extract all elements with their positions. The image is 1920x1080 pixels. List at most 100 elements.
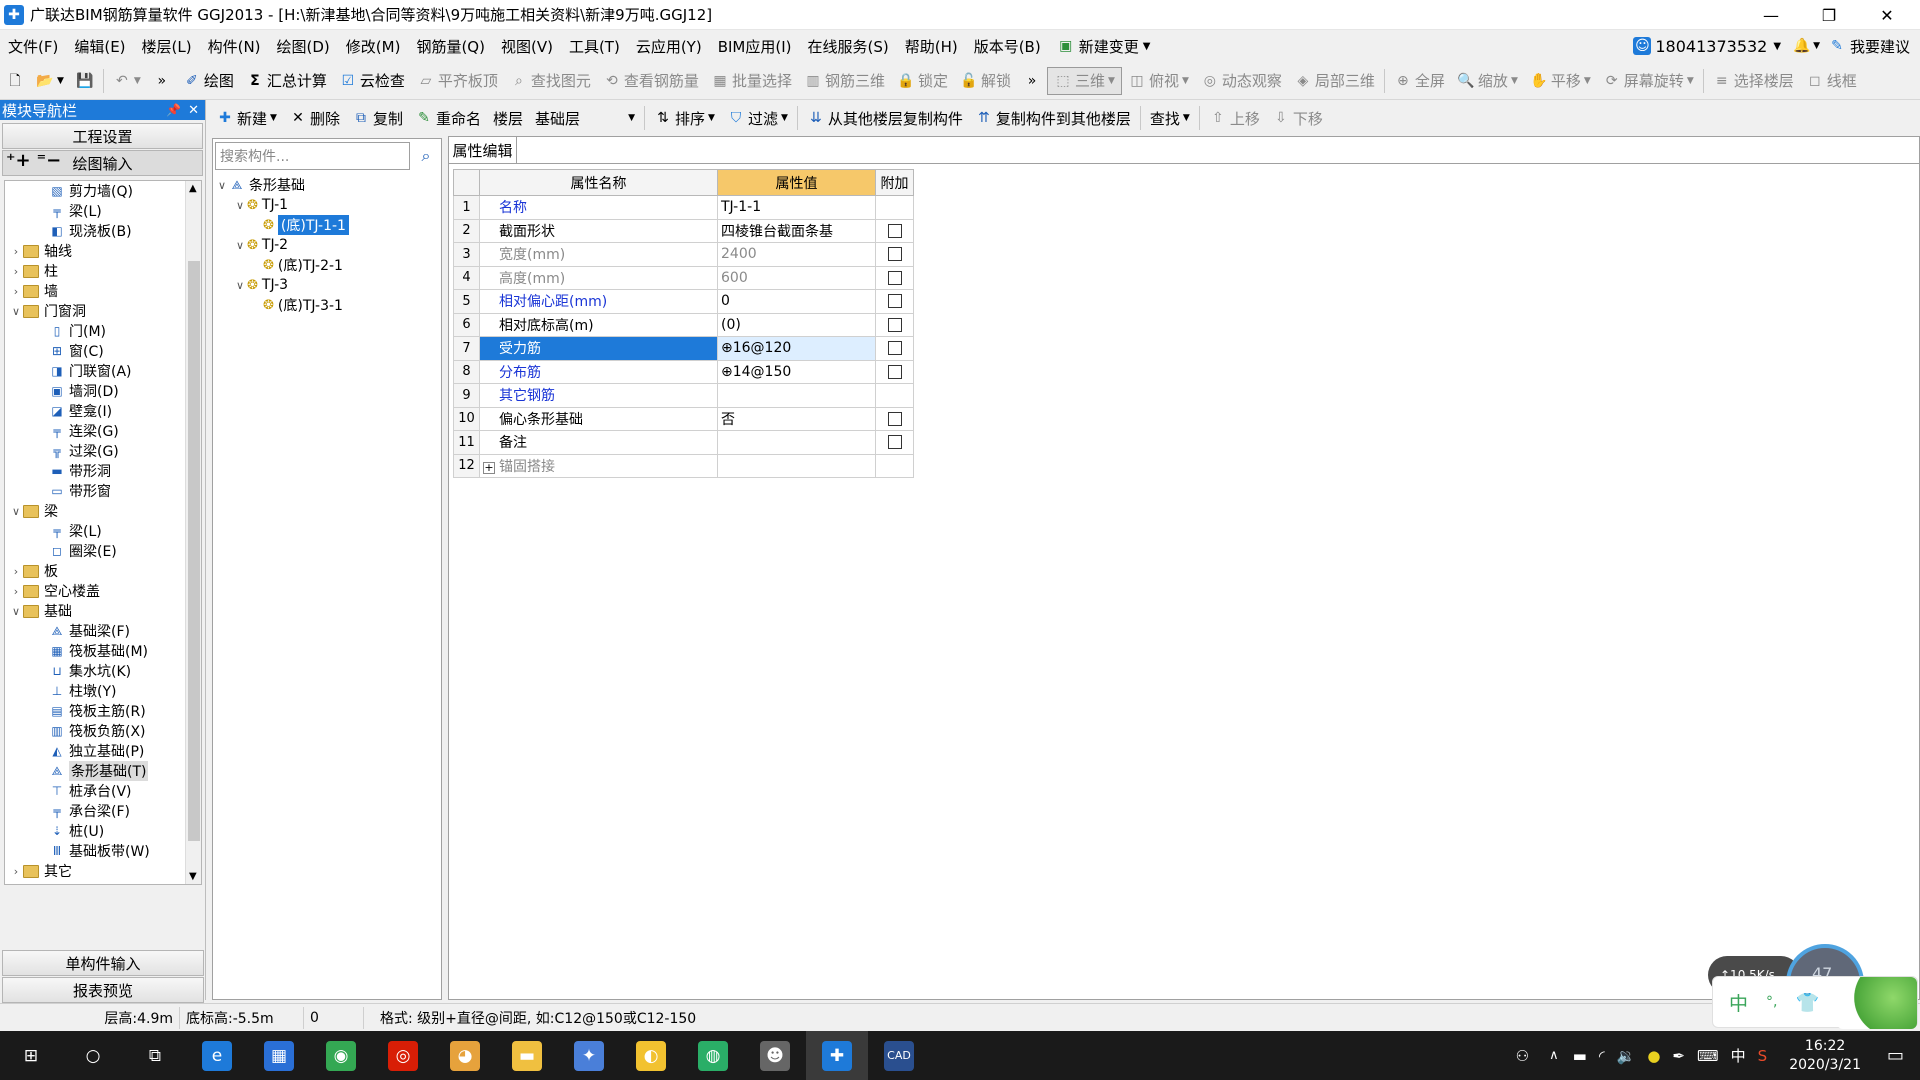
- sum-calc-button[interactable]: Σ 汇总计算: [240, 67, 333, 95]
- nav-tree-item[interactable]: ∨ 基础: [5, 601, 201, 621]
- report-preview-button[interactable]: 报表预览: [2, 977, 204, 1003]
- netease-music-icon[interactable]: ◎: [372, 1031, 434, 1080]
- collapse-icon[interactable]: ∨: [9, 305, 23, 318]
- menu-bim[interactable]: BIM应用(I): [710, 36, 800, 57]
- nav-tree-item[interactable]: › 自定义: [5, 881, 201, 884]
- nav-tree-item[interactable]: ∨ 门窗洞: [5, 301, 201, 321]
- volume-icon[interactable]: 🔉: [1617, 1047, 1636, 1065]
- collapse-icon[interactable]: ∨: [215, 179, 229, 192]
- expand-plus-icon[interactable]: +: [483, 461, 495, 474]
- menu-tools[interactable]: 工具(T): [561, 36, 628, 57]
- sogou-icon[interactable]: S: [1758, 1047, 1768, 1065]
- wechat-icon[interactable]: ◍: [682, 1031, 744, 1080]
- nav-tree-item[interactable]: ╤ 承台梁(F): [5, 801, 201, 821]
- property-value[interactable]: [717, 383, 876, 408]
- expand-all-icon[interactable]: ⁺+: [6, 150, 31, 171]
- extra-checkbox[interactable]: [887, 223, 902, 238]
- nav-tree-item[interactable]: ⊔ 集水坑(K): [5, 661, 201, 681]
- expand-icon[interactable]: ›: [9, 865, 23, 878]
- rebar-3d-button[interactable]: ▥ 钢筋三维: [798, 67, 891, 95]
- extra-checkbox[interactable]: [887, 364, 902, 379]
- property-value[interactable]: (0): [717, 312, 876, 337]
- single-component-input-button[interactable]: 单构件输入: [2, 950, 204, 976]
- nav-tree-item[interactable]: › 板: [5, 561, 201, 581]
- property-value[interactable]: 四棱锥台截面条基: [717, 218, 876, 243]
- collapse-icon[interactable]: ∨: [233, 199, 247, 212]
- nav-tree-item[interactable]: ╦ 过梁(G): [5, 441, 201, 461]
- copy-from-floor-button[interactable]: ⇊ 从其他楼层复制构件: [801, 104, 969, 132]
- zoom-button[interactable]: 🔍 缩放 ▼: [1451, 67, 1524, 95]
- view-3d-dropdown[interactable]: ⬚ 三维 ▼: [1047, 66, 1122, 95]
- property-row[interactable]: 4 高度(mm) 600: [453, 265, 914, 290]
- property-row[interactable]: 9 其它钢筋: [453, 383, 914, 408]
- menu-component[interactable]: 构件(N): [200, 36, 269, 57]
- floor-select[interactable]: 基础层 ▼: [529, 104, 641, 132]
- batch-select-button[interactable]: ▦ 批量选择: [705, 67, 798, 95]
- nav-tree-item[interactable]: ▯ 门(M): [5, 321, 201, 341]
- edge-icon[interactable]: e: [186, 1031, 248, 1080]
- menu-version[interactable]: 版本号(B): [966, 36, 1049, 57]
- nav-tree-item[interactable]: ▣ 墙洞(D): [5, 381, 201, 401]
- close-icon[interactable]: ✕: [188, 103, 199, 118]
- tree-root[interactable]: ∨ ⟁ 条形基础: [215, 175, 439, 195]
- copy-component-button[interactable]: ⧉ 复制: [346, 104, 409, 132]
- nav-tree-item[interactable]: ▧ 剪力墙(Q): [5, 181, 201, 201]
- nav-tree-item[interactable]: ╤ 梁(L): [5, 521, 201, 541]
- close-button[interactable]: ✕: [1864, 0, 1910, 30]
- nav-tree-item[interactable]: ⊞ 窗(C): [5, 341, 201, 361]
- menu-online[interactable]: 在线服务(S): [799, 36, 896, 57]
- battery-icon[interactable]: ▬: [1573, 1047, 1587, 1065]
- property-row[interactable]: 10 偏心条形基础 否: [453, 406, 914, 431]
- menu-floor[interactable]: 楼层(L): [134, 36, 200, 57]
- nav-tree-item[interactable]: ∨ 梁: [5, 501, 201, 521]
- cad-icon[interactable]: CAD: [868, 1031, 930, 1080]
- component-item[interactable]: ❂ (底)TJ-1-1: [215, 215, 439, 235]
- extra-checkbox[interactable]: [887, 247, 902, 262]
- wifi-icon[interactable]: ◜: [1599, 1047, 1605, 1065]
- nav-tree-item[interactable]: › 墙: [5, 281, 201, 301]
- draw-button[interactable]: ✐ 绘图: [177, 67, 240, 95]
- component-group[interactable]: ∨ ❂ TJ-3: [215, 275, 439, 295]
- search-icon[interactable]: ⌕: [413, 143, 439, 169]
- menu-view[interactable]: 视图(V): [493, 36, 561, 57]
- glodon-icon[interactable]: ✚: [806, 1031, 868, 1080]
- menu-file[interactable]: 文件(F): [0, 36, 66, 57]
- rename-button[interactable]: ✎ 重命名: [409, 104, 487, 132]
- nav-tree-item[interactable]: › 轴线: [5, 241, 201, 261]
- move-up-button[interactable]: ⇧ 上移: [1203, 104, 1266, 132]
- ime-skin-icon[interactable]: 👕: [1795, 991, 1819, 1014]
- nav-tree-item[interactable]: ▥ 筏板负筋(X): [5, 721, 201, 741]
- menu-draw[interactable]: 绘图(D): [269, 36, 338, 57]
- scroll-up-icon[interactable]: ▲: [189, 183, 197, 194]
- find-element-button[interactable]: ⌕ 查找图元: [504, 67, 597, 95]
- dynamic-view-button[interactable]: ◎ 动态观察: [1195, 67, 1288, 95]
- nav-tree-item[interactable]: ▬ 带形洞: [5, 461, 201, 481]
- menu-modify[interactable]: 修改(M): [338, 36, 409, 57]
- extra-checkbox[interactable]: [887, 317, 902, 332]
- nav-tree-item[interactable]: ╤ 连梁(G): [5, 421, 201, 441]
- toolbar-overflow-button[interactable]: »: [147, 67, 177, 95]
- new-file-button[interactable]: 🗋: [0, 67, 30, 95]
- cloud-check-button[interactable]: ☑ 云检查: [333, 67, 411, 95]
- sort-button[interactable]: ⇅ 排序 ▼: [648, 104, 721, 132]
- property-value[interactable]: [717, 453, 876, 478]
- nav-tree-item[interactable]: Ⅲ 基础板带(W): [5, 841, 201, 861]
- property-value[interactable]: 600: [717, 265, 876, 290]
- copy-to-floor-button[interactable]: ⇈ 复制构件到其他楼层: [969, 104, 1137, 132]
- notification-icon[interactable]: ▭: [1887, 1045, 1904, 1066]
- bell-icon[interactable]: 🔔: [1793, 37, 1811, 55]
- expand-icon[interactable]: ›: [9, 245, 23, 258]
- menu-rebar-quantity[interactable]: 钢筋量(Q): [408, 36, 493, 57]
- nav-tree-item[interactable]: ◻ 圈梁(E): [5, 541, 201, 561]
- save-button[interactable]: 💾: [70, 67, 100, 95]
- pin-icon[interactable]: 📌: [166, 103, 181, 117]
- chevron-down-icon[interactable]: ▼: [1773, 41, 1781, 52]
- nav-tree-item[interactable]: ⇣ 桩(U): [5, 821, 201, 841]
- menu-help[interactable]: 帮助(H): [897, 36, 966, 57]
- nav-tree-item[interactable]: ◭ 独立基础(P): [5, 741, 201, 761]
- select-floor-button[interactable]: ≡ 选择楼层: [1707, 67, 1800, 95]
- top-view-button[interactable]: ◫ 俯视 ▼: [1122, 67, 1195, 95]
- move-down-button[interactable]: ⇩ 下移: [1266, 104, 1329, 132]
- extra-checkbox[interactable]: [887, 294, 902, 309]
- nav-tree-item[interactable]: › 其它: [5, 861, 201, 881]
